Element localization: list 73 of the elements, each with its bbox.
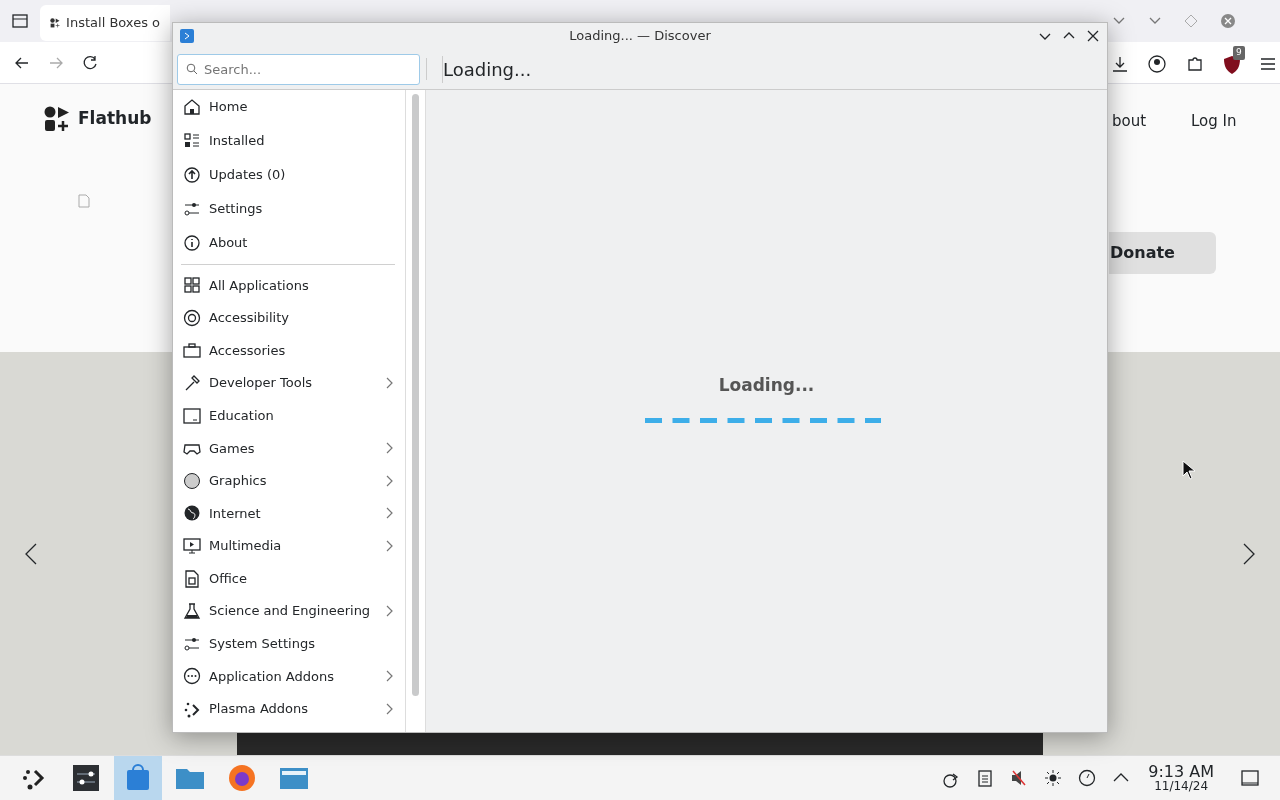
page-heading: Loading... xyxy=(442,55,532,83)
chevron-right-icon xyxy=(385,670,395,683)
category-item[interactable]: Developer Tools xyxy=(173,366,405,400)
sidebar-item[interactable]: About xyxy=(173,226,405,260)
document-icon xyxy=(78,194,90,208)
cursor-icon xyxy=(1182,460,1196,480)
flask-icon xyxy=(183,602,201,621)
category-item[interactable]: Plasma Addons xyxy=(173,692,405,726)
account-icon[interactable] xyxy=(1147,54,1167,74)
download-icon[interactable] xyxy=(1111,54,1129,74)
category-item[interactable]: Multimedia xyxy=(173,529,405,563)
chevron-right-icon xyxy=(385,507,395,520)
info-icon xyxy=(183,234,201,252)
chevron-right-icon xyxy=(385,442,395,455)
browser-icon[interactable] xyxy=(226,762,258,794)
chevron-right-icon xyxy=(385,377,395,390)
search-field[interactable]: Search... xyxy=(177,53,420,85)
flathub-logo-icon xyxy=(44,106,70,132)
category-item[interactable]: Application Addons xyxy=(173,660,405,693)
monitor-icon xyxy=(183,537,201,556)
chevron-right-icon xyxy=(385,474,395,487)
category-item[interactable]: Accessibility xyxy=(173,301,405,335)
category-item[interactable]: All Applications xyxy=(173,269,405,302)
hammer-icon xyxy=(183,374,201,393)
category-item[interactable]: Office xyxy=(173,562,405,595)
home-icon xyxy=(183,98,201,116)
list-icon xyxy=(183,132,201,150)
clock-time[interactable]: 9:13 AM xyxy=(1148,764,1214,780)
nav-link[interactable]: bout xyxy=(1112,110,1147,133)
grid-icon xyxy=(183,276,201,295)
category-item[interactable]: Education xyxy=(173,399,405,432)
brightness-icon[interactable] xyxy=(1043,768,1064,788)
sliders-icon xyxy=(183,200,201,218)
close-icon[interactable] xyxy=(1085,28,1101,44)
category-item[interactable]: System Settings xyxy=(173,627,405,661)
sidebar-item[interactable]: Updates (0) xyxy=(173,158,405,192)
sidebar-item[interactable]: Installed xyxy=(173,124,405,158)
globe-icon xyxy=(183,504,201,523)
donate-button[interactable]: Donate xyxy=(1109,232,1216,274)
nav-link[interactable]: Log In xyxy=(1191,110,1237,133)
logo-text: Flathub xyxy=(78,107,152,131)
category-item[interactable]: Internet xyxy=(173,497,405,530)
chevron-right-icon xyxy=(385,540,395,553)
window-title: Loading... — Discover xyxy=(569,27,711,46)
menu-icon[interactable] xyxy=(1259,56,1277,72)
show-desktop-icon[interactable] xyxy=(1240,768,1260,788)
search-input[interactable]: Search... xyxy=(204,54,411,84)
gauge-icon[interactable] xyxy=(1077,768,1098,788)
category-item[interactable]: Graphics xyxy=(173,464,405,498)
chevron-right-icon xyxy=(385,703,395,715)
accessibility-icon xyxy=(183,308,201,327)
settings-app-icon[interactable] xyxy=(70,762,102,794)
search-icon xyxy=(186,63,198,75)
document-icon xyxy=(183,569,201,588)
update-icon xyxy=(183,166,201,184)
browser-tab[interactable]: Install Boxes o xyxy=(40,5,170,41)
board-icon xyxy=(183,406,201,425)
category-item[interactable]: Games xyxy=(173,431,405,465)
category-item[interactable]: Accessories xyxy=(173,334,405,367)
loading-text: Loading... xyxy=(718,373,815,397)
more-icon xyxy=(183,667,201,686)
tab-title: Install Boxes o xyxy=(66,14,160,33)
chevron-right-icon xyxy=(385,605,395,618)
category-item[interactable]: Science and Engineering xyxy=(173,594,405,628)
sidebar-item[interactable]: Settings xyxy=(173,192,405,226)
badge-count: 9 xyxy=(1233,46,1245,60)
app-icon xyxy=(179,28,195,44)
sidebar-item[interactable]: Home xyxy=(173,90,405,124)
dots-arrow-icon xyxy=(183,700,201,718)
scrollbar-thumb[interactable] xyxy=(412,94,419,697)
toolbox-icon xyxy=(183,341,201,360)
shield-icon[interactable] xyxy=(1223,54,1241,75)
clock-date[interactable]: 11/14/24 xyxy=(1154,780,1209,792)
